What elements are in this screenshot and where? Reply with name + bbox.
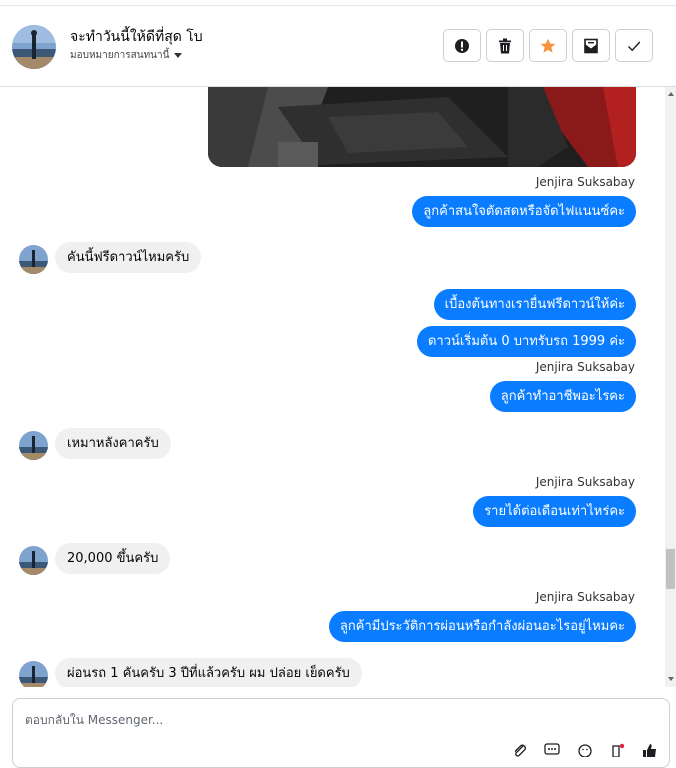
sticker-icon[interactable] [609, 743, 627, 757]
contact-avatar-small [19, 546, 48, 575]
contact-avatar-small [19, 245, 48, 274]
like-icon[interactable] [641, 743, 659, 757]
attach-icon[interactable] [511, 743, 529, 757]
sender-name: Jenjira Suksabay [535, 360, 635, 374]
incoming-message[interactable]: ผ่อนรถ 1 คันครับ 3 ปีที่แล้วครับ ผม ปล่อ… [55, 658, 362, 687]
mail-unread-icon [584, 38, 598, 53]
assign-label: มอบหมายการสนทนานี้ [70, 50, 170, 61]
incoming-message[interactable]: 20,000 ขึ้นครับ [55, 543, 171, 574]
scrollbar-thumb[interactable] [666, 549, 675, 589]
messenger-conversation: จะทำวันนี้ให้ดีที่สุด โบ มอบหมายการสนทนา… [0, 0, 676, 768]
outgoing-message[interactable]: ลูกค้ามีประวัติการผ่อนหรือกำลังผ่อนอะไรอ… [328, 611, 636, 642]
incoming-message[interactable]: เหมาหลังคาครับ [55, 428, 171, 459]
star-button[interactable] [529, 29, 567, 62]
assign-conversation-dropdown[interactable]: มอบหมายการสนทนานี้ [70, 48, 183, 63]
scroll-down-arrow-icon[interactable] [668, 677, 674, 681]
message-thread[interactable]: Jenjira Suksabay ลูกค้าสนใจตัดสดหรือจัดไ… [0, 87, 665, 687]
check-icon [628, 41, 641, 51]
contact-avatar[interactable] [12, 25, 56, 69]
reply-composer [12, 698, 670, 768]
outgoing-message[interactable]: ดาวน์เริ่มต้น 0 บาทรับรถ 1999 ค่ะ [416, 326, 636, 357]
mark-unread-button[interactable] [572, 29, 610, 62]
outgoing-message[interactable]: ลูกค้าสนใจตัดสดหรือจัดไฟแนนซ์คะ [412, 196, 636, 227]
thread-scrollbar[interactable] [665, 87, 676, 687]
sender-name: Jenjira Suksabay [535, 475, 635, 489]
reply-input[interactable] [25, 713, 645, 727]
mark-done-button[interactable] [615, 29, 653, 62]
outgoing-message[interactable]: ลูกค้าทำอาชีพอะไรคะ [489, 381, 636, 412]
alert-icon [455, 38, 469, 53]
scroll-up-arrow-icon[interactable] [668, 92, 674, 96]
car-photo-attachment[interactable] [208, 87, 636, 167]
contact-name[interactable]: จะทำวันนี้ให้ดีที่สุด โบ [70, 26, 203, 48]
sender-name: Jenjira Suksabay [535, 590, 635, 604]
incoming-message[interactable]: คันนี้ฟรีดาวน์ไหมครับ [55, 242, 202, 273]
delete-button[interactable] [486, 29, 524, 62]
emoji-icon[interactable] [576, 743, 594, 757]
trash-icon [499, 38, 511, 53]
sender-name: Jenjira Suksabay [535, 175, 635, 189]
outgoing-message[interactable]: เบื้องต้นทางเรายื่นฟรีดาวน์ให้ค่ะ [433, 289, 636, 320]
contact-avatar-small [19, 431, 48, 460]
caret-down-icon [174, 52, 183, 58]
top-border [0, 0, 676, 6]
mark-spam-button[interactable] [443, 29, 481, 62]
contact-avatar-small [19, 661, 48, 687]
conversation-header: จะทำวันนี้ให้ดีที่สุด โบ มอบหมายการสนทนา… [0, 7, 676, 87]
star-icon [540, 38, 556, 53]
saved-replies-icon[interactable] [543, 743, 561, 757]
outgoing-message[interactable]: รายได้ต่อเดือนเท่าไหร่คะ [473, 496, 636, 527]
